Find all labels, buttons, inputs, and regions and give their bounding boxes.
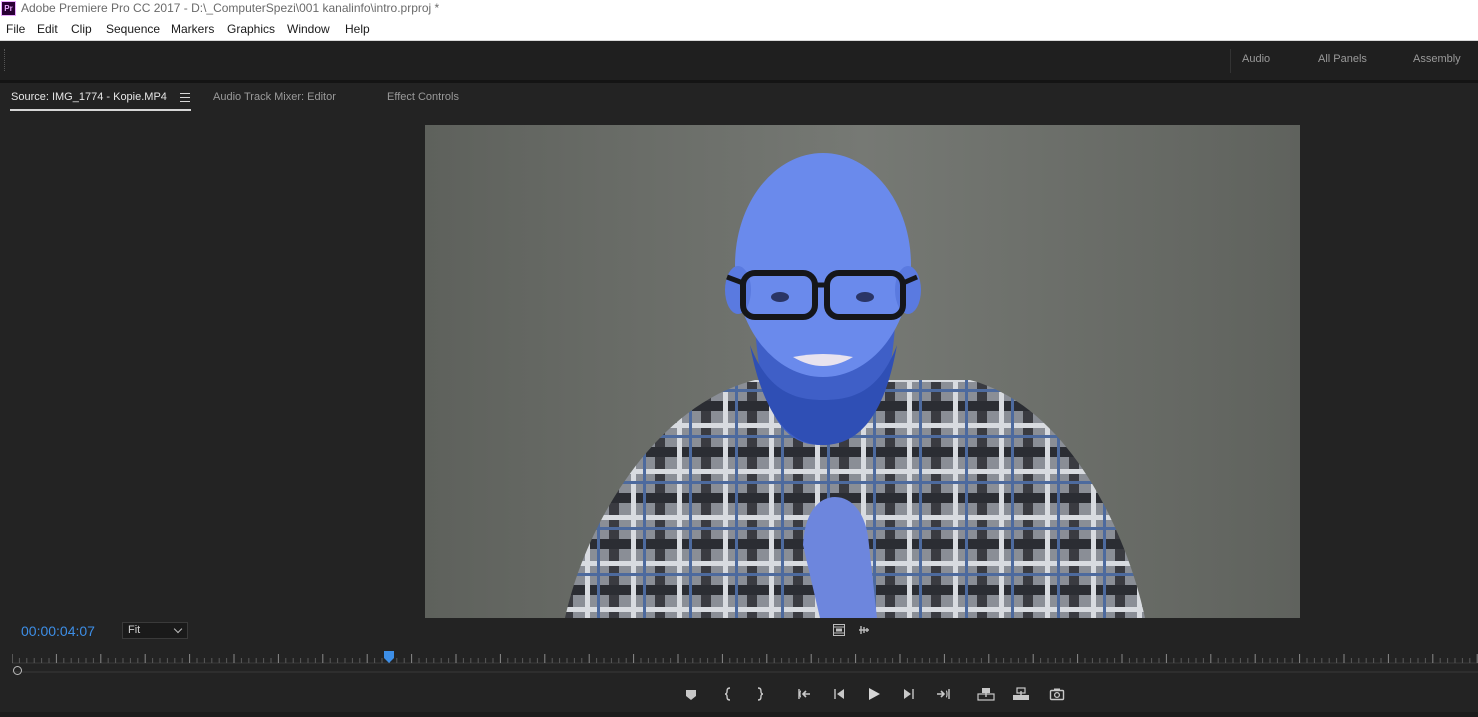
time-ruler-ticks	[12, 654, 1478, 664]
zoom-scrollbar-track	[12, 671, 1478, 673]
insert-icon[interactable]	[977, 686, 995, 702]
drag-audio-icon[interactable]	[857, 624, 871, 636]
menu-help[interactable]: Help	[345, 22, 370, 36]
drag-video-icon[interactable]	[833, 624, 845, 636]
workspace-tab-audio[interactable]: Audio	[1242, 53, 1270, 65]
workspace-divider	[1230, 49, 1231, 73]
workspace-tab-assembly[interactable]: Assembly	[1413, 53, 1461, 65]
zoom-select[interactable]: Fit	[122, 622, 188, 639]
menu-file[interactable]: File	[6, 22, 25, 36]
title-bar: Pr Adobe Premiere Pro CC 2017 - D:\_Comp…	[0, 0, 1478, 18]
playhead-timecode[interactable]: 00:00:04:07	[21, 623, 95, 639]
go-to-out-icon[interactable]	[935, 686, 951, 702]
premiere-app-icon: Pr	[1, 1, 16, 16]
step-forward-icon[interactable]	[901, 686, 917, 702]
time-ruler[interactable]	[12, 650, 1478, 664]
menu-graphics[interactable]: Graphics	[227, 22, 275, 36]
window-title: Adobe Premiere Pro CC 2017 - D:\_Compute…	[21, 1, 440, 15]
mark-in-icon[interactable]	[720, 686, 736, 702]
hamburger-menu-icon[interactable]	[180, 93, 190, 102]
workspace-tab-all-panels[interactable]: All Panels	[1318, 53, 1367, 65]
panel-bottom-edge	[0, 712, 1478, 717]
menu-markers[interactable]: Markers	[171, 22, 214, 36]
play-icon[interactable]	[866, 686, 882, 702]
menu-clip[interactable]: Clip	[71, 22, 92, 36]
add-marker-icon[interactable]	[683, 686, 699, 702]
zoom-select-value: Fit	[128, 624, 141, 636]
source-monitor-video[interactable]	[425, 125, 1300, 618]
tab-source[interactable]: Source: IMG_1774 - Kopie.MP4	[11, 91, 167, 103]
video-frame-image	[425, 125, 1300, 618]
menu-edit[interactable]: Edit	[37, 22, 58, 36]
go-to-in-icon[interactable]	[796, 686, 812, 702]
tab-audio-track-mixer[interactable]: Audio Track Mixer: Editor	[213, 91, 336, 103]
workspace-bar: Audio All Panels Assembly	[0, 41, 1478, 83]
menu-bar: File Edit Clip Sequence Markers Graphics…	[0, 18, 1478, 41]
active-tab-underline	[10, 109, 191, 111]
workspace-grip[interactable]	[4, 49, 6, 71]
export-frame-icon[interactable]	[1049, 686, 1065, 702]
menu-window[interactable]: Window	[287, 22, 330, 36]
overwrite-icon[interactable]	[1012, 686, 1030, 702]
panel-tab-bar: Source: IMG_1774 - Kopie.MP4 Audio Track…	[0, 83, 1478, 113]
step-back-icon[interactable]	[831, 686, 847, 702]
tab-effect-controls[interactable]: Effect Controls	[387, 91, 459, 103]
zoom-scrollbar-handle[interactable]	[13, 666, 22, 675]
playhead-marker[interactable]	[384, 651, 394, 663]
zoom-scrollbar[interactable]	[12, 664, 1478, 676]
chevron-down-icon	[173, 624, 183, 634]
menu-sequence[interactable]: Sequence	[106, 22, 160, 36]
mark-out-icon[interactable]	[752, 686, 768, 702]
